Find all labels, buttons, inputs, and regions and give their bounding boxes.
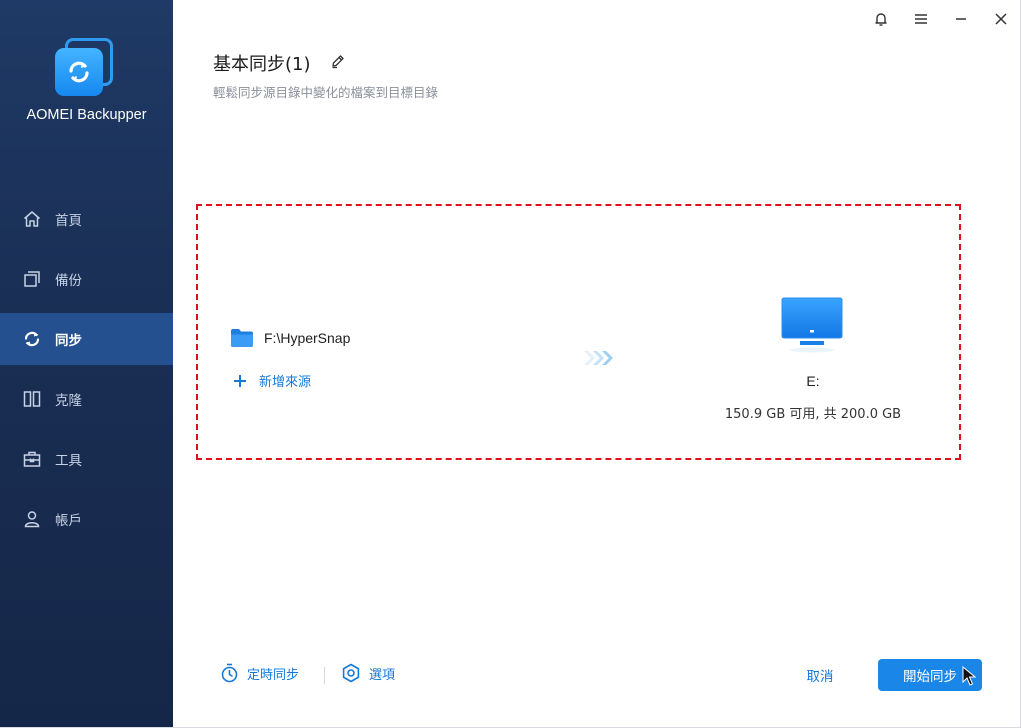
minimize-button[interactable]	[950, 8, 972, 30]
timer-icon	[221, 663, 238, 683]
home-icon	[22, 209, 42, 229]
cancel-button[interactable]: 取消	[790, 660, 850, 690]
sidebar-item-label: 同步	[55, 333, 82, 349]
sidebar-item-home[interactable]: 首頁	[0, 193, 173, 245]
gear-icon	[342, 663, 360, 683]
sync-direction-arrows-icon	[582, 349, 614, 371]
notification-bell-button[interactable]	[870, 8, 892, 30]
backup-icon	[22, 269, 42, 289]
menu-button[interactable]	[910, 8, 932, 30]
options-button[interactable]: 選項	[341, 663, 395, 683]
source-item[interactable]: F:\HyperSnap	[230, 328, 350, 348]
hamburger-menu-icon	[915, 14, 927, 24]
schedule-sync-button[interactable]: 定時同步	[220, 663, 299, 683]
destination-space-info: 150.9 GB 可用, 共 200.0 GB	[724, 407, 902, 422]
sidebar-item-label: 首頁	[55, 213, 82, 229]
sidebar-item-clone[interactable]: 克隆	[0, 373, 173, 425]
sidebar-nav: 首頁 備份 同步 克隆 工具 帳戶	[0, 193, 173, 553]
sidebar: AOMEI Backupper 首頁 備份 同步 克隆 工具 帳戶	[0, 0, 173, 728]
add-source-label: 新增來源	[259, 375, 312, 390]
add-source-button[interactable]: 新增來源	[233, 371, 311, 390]
clone-icon	[22, 389, 42, 409]
edit-title-button[interactable]	[329, 52, 347, 70]
sidebar-item-sync[interactable]: 同步	[0, 313, 173, 365]
options-label: 選項	[369, 667, 396, 683]
app-logo	[55, 38, 115, 98]
page-subtitle: 輕鬆同步源目錄中變化的檔案到目標目錄	[213, 85, 439, 100]
folder-icon	[231, 329, 253, 347]
sidebar-item-label: 備份	[55, 273, 82, 289]
minimize-icon	[956, 18, 966, 20]
logo-sync-icon	[55, 48, 103, 96]
account-icon	[22, 509, 42, 529]
sidebar-item-account[interactable]: 帳戶	[0, 493, 173, 545]
sidebar-item-label: 克隆	[55, 393, 82, 409]
pencil-icon	[332, 55, 344, 69]
sidebar-item-label: 工具	[55, 453, 82, 469]
sidebar-item-backup[interactable]: 備份	[0, 253, 173, 305]
destination-monitor-icon[interactable]	[780, 297, 844, 357]
sidebar-item-label: 帳戶	[55, 513, 82, 529]
close-button[interactable]	[990, 8, 1012, 30]
schedule-sync-label: 定時同步	[247, 667, 300, 683]
source-path: F:\HyperSnap	[264, 330, 351, 346]
destination-drive-label: E:	[806, 373, 820, 389]
mouse-cursor-icon	[962, 665, 977, 690]
page-title: 基本同步(1)	[213, 54, 311, 75]
close-icon	[995, 13, 1007, 25]
footer-divider	[324, 667, 325, 684]
app-name: AOMEI Backupper	[26, 107, 147, 123]
plus-icon	[234, 374, 246, 387]
tools-icon	[22, 449, 42, 469]
sync-icon	[22, 329, 42, 349]
sidebar-item-tools[interactable]: 工具	[0, 433, 173, 485]
bell-icon	[875, 13, 887, 26]
